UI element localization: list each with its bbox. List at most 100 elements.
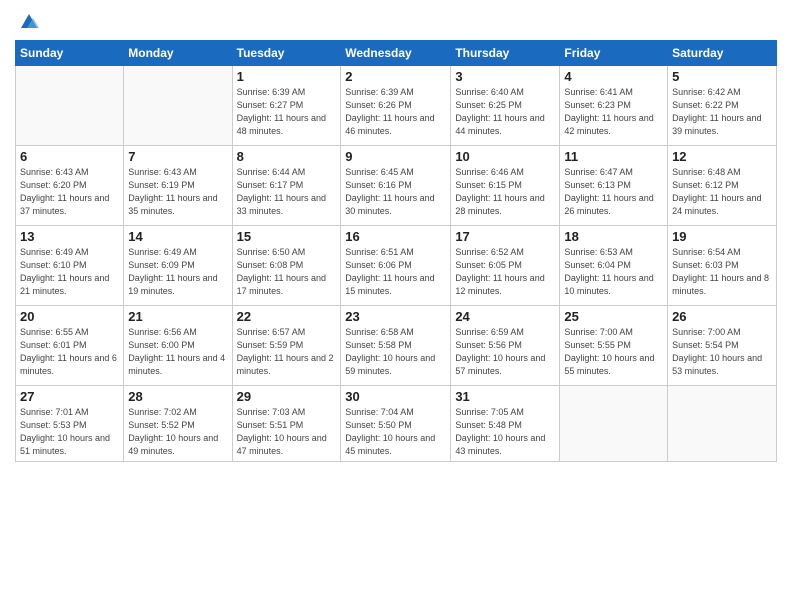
calendar-cell: 12 Sunrise: 6:48 AM Sunset: 6:12 PM Dayli… [668,146,777,226]
calendar-cell: 1 Sunrise: 6:39 AM Sunset: 6:27 PM Daylig… [232,66,341,146]
calendar-cell: 7Sunrise: 6:43 AM Sunset: 6:19 PM Daylig… [124,146,232,226]
day-info: Sunrise: 6:52 AM Sunset: 6:05 PM Dayligh… [455,246,555,298]
calendar-cell: 22Sunrise: 6:57 AM Sunset: 5:59 PM Dayli… [232,306,341,386]
day-number: 27 [20,389,119,404]
day-info: Sunrise: 6:44 AM Sunset: 6:17 PM Dayligh… [237,166,337,218]
calendar-cell: 27 Sunrise: 7:01 AM Sunset: 5:53 PM Dayli… [16,386,124,462]
day-info: Sunrise: 6:59 AM Sunset: 5:56 PM Dayligh… [455,326,555,378]
day-info: Sunrise: 6:43 AM Sunset: 6:20 PM Dayligh… [20,166,119,218]
calendar-week-row: 20 Sunrise: 6:55 AM Sunset: 6:01 PM Dayli… [16,306,777,386]
day-number: 30 [345,389,446,404]
calendar-table: SundayMondayTuesdayWednesdayThursdayFrid… [15,40,777,462]
calendar-header-row: SundayMondayTuesdayWednesdayThursdayFrid… [16,41,777,66]
day-number: 15 [237,229,337,244]
calendar-cell: 20 Sunrise: 6:55 AM Sunset: 6:01 PM Dayli… [16,306,124,386]
calendar-cell [16,66,124,146]
day-number: 7 [128,149,227,164]
day-info: Sunrise: 7:00 AM Sunset: 5:54 PM Dayligh… [672,326,772,378]
day-info: Sunrise: 6:48 AM Sunset: 6:12 PM Dayligh… [672,166,772,218]
calendar-cell: 9 Sunrise: 6:45 AM Sunset: 6:16 PM Daylig… [341,146,451,226]
calendar-cell: 28 Sunrise: 7:02 AM Sunset: 5:52 PM Dayli… [124,386,232,462]
day-number: 13 [20,229,119,244]
day-number: 1 [237,69,337,84]
day-number: 9 [345,149,446,164]
calendar-cell: 17 Sunrise: 6:52 AM Sunset: 6:05 PM Dayli… [451,226,560,306]
calendar-header-sunday: Sunday [16,41,124,66]
calendar-header-friday: Friday [560,41,668,66]
day-number: 19 [672,229,772,244]
day-info: Sunrise: 7:05 AM Sunset: 5:48 PM Dayligh… [455,406,555,458]
calendar-header-tuesday: Tuesday [232,41,341,66]
calendar-cell: 4 Sunrise: 6:41 AM Sunset: 6:23 PM Daylig… [560,66,668,146]
day-number: 2 [345,69,446,84]
logo-icon [17,10,39,32]
day-info: Sunrise: 6:39 AM Sunset: 6:26 PM Dayligh… [345,86,446,138]
calendar-header-saturday: Saturday [668,41,777,66]
day-number: 17 [455,229,555,244]
calendar-cell: 14 Sunrise: 6:49 AM Sunset: 6:09 PM Dayli… [124,226,232,306]
day-info: Sunrise: 6:41 AM Sunset: 6:23 PM Dayligh… [564,86,663,138]
calendar-cell: 13 Sunrise: 6:49 AM Sunset: 6:10 PM Dayli… [16,226,124,306]
day-info: Sunrise: 6:47 AM Sunset: 6:13 PM Dayligh… [564,166,663,218]
page: SundayMondayTuesdayWednesdayThursdayFrid… [0,0,792,612]
header [15,10,777,32]
day-number: 3 [455,69,555,84]
day-number: 10 [455,149,555,164]
day-info: Sunrise: 7:04 AM Sunset: 5:50 PM Dayligh… [345,406,446,458]
calendar-cell: 31Sunrise: 7:05 AM Sunset: 5:48 PM Dayli… [451,386,560,462]
day-info: Sunrise: 6:54 AM Sunset: 6:03 PM Dayligh… [672,246,772,298]
day-number: 5 [672,69,772,84]
day-info: Sunrise: 6:46 AM Sunset: 6:15 PM Dayligh… [455,166,555,218]
calendar-header-monday: Monday [124,41,232,66]
day-number: 26 [672,309,772,324]
calendar-week-row: 13 Sunrise: 6:49 AM Sunset: 6:10 PM Dayli… [16,226,777,306]
day-number: 25 [564,309,663,324]
day-info: Sunrise: 6:39 AM Sunset: 6:27 PM Dayligh… [237,86,337,138]
day-info: Sunrise: 6:49 AM Sunset: 6:09 PM Dayligh… [128,246,227,298]
day-info: Sunrise: 7:02 AM Sunset: 5:52 PM Dayligh… [128,406,227,458]
day-number: 8 [237,149,337,164]
day-number: 24 [455,309,555,324]
calendar-cell: 2 Sunrise: 6:39 AM Sunset: 6:26 PM Daylig… [341,66,451,146]
day-number: 20 [20,309,119,324]
calendar-cell: 23 Sunrise: 6:58 AM Sunset: 5:58 PM Dayli… [341,306,451,386]
day-info: Sunrise: 6:53 AM Sunset: 6:04 PM Dayligh… [564,246,663,298]
calendar-cell: 25 Sunrise: 7:00 AM Sunset: 5:55 PM Dayli… [560,306,668,386]
day-info: Sunrise: 6:40 AM Sunset: 6:25 PM Dayligh… [455,86,555,138]
day-number: 18 [564,229,663,244]
calendar-cell [560,386,668,462]
calendar-cell: 16 Sunrise: 6:51 AM Sunset: 6:06 PM Dayli… [341,226,451,306]
day-info: Sunrise: 6:51 AM Sunset: 6:06 PM Dayligh… [345,246,446,298]
day-info: Sunrise: 7:03 AM Sunset: 5:51 PM Dayligh… [237,406,337,458]
calendar-cell [124,66,232,146]
calendar-week-row: 1 Sunrise: 6:39 AM Sunset: 6:27 PM Daylig… [16,66,777,146]
calendar-cell: 18 Sunrise: 6:53 AM Sunset: 6:04 PM Dayli… [560,226,668,306]
day-info: Sunrise: 7:01 AM Sunset: 5:53 PM Dayligh… [20,406,119,458]
day-number: 16 [345,229,446,244]
calendar-cell: 15 Sunrise: 6:50 AM Sunset: 6:08 PM Dayli… [232,226,341,306]
calendar-cell: 21 Sunrise: 6:56 AM Sunset: 6:00 PM Dayli… [124,306,232,386]
day-number: 21 [128,309,227,324]
day-number: 14 [128,229,227,244]
logo [15,10,39,32]
day-number: 22 [237,309,337,324]
day-info: Sunrise: 6:55 AM Sunset: 6:01 PM Dayligh… [20,326,119,378]
day-number: 12 [672,149,772,164]
day-number: 4 [564,69,663,84]
calendar-header-thursday: Thursday [451,41,560,66]
day-info: Sunrise: 6:45 AM Sunset: 6:16 PM Dayligh… [345,166,446,218]
calendar-cell: 11Sunrise: 6:47 AM Sunset: 6:13 PM Dayli… [560,146,668,226]
day-number: 28 [128,389,227,404]
day-info: Sunrise: 6:50 AM Sunset: 6:08 PM Dayligh… [237,246,337,298]
day-info: Sunrise: 6:56 AM Sunset: 6:00 PM Dayligh… [128,326,227,378]
day-info: Sunrise: 6:49 AM Sunset: 6:10 PM Dayligh… [20,246,119,298]
calendar-cell [668,386,777,462]
calendar-cell: 8 Sunrise: 6:44 AM Sunset: 6:17 PM Daylig… [232,146,341,226]
calendar-cell: 26 Sunrise: 7:00 AM Sunset: 5:54 PM Dayli… [668,306,777,386]
day-info: Sunrise: 6:58 AM Sunset: 5:58 PM Dayligh… [345,326,446,378]
calendar-cell: 29 Sunrise: 7:03 AM Sunset: 5:51 PM Dayli… [232,386,341,462]
day-number: 29 [237,389,337,404]
calendar-cell: 19 Sunrise: 6:54 AM Sunset: 6:03 PM Dayli… [668,226,777,306]
day-info: Sunrise: 7:00 AM Sunset: 5:55 PM Dayligh… [564,326,663,378]
day-number: 23 [345,309,446,324]
